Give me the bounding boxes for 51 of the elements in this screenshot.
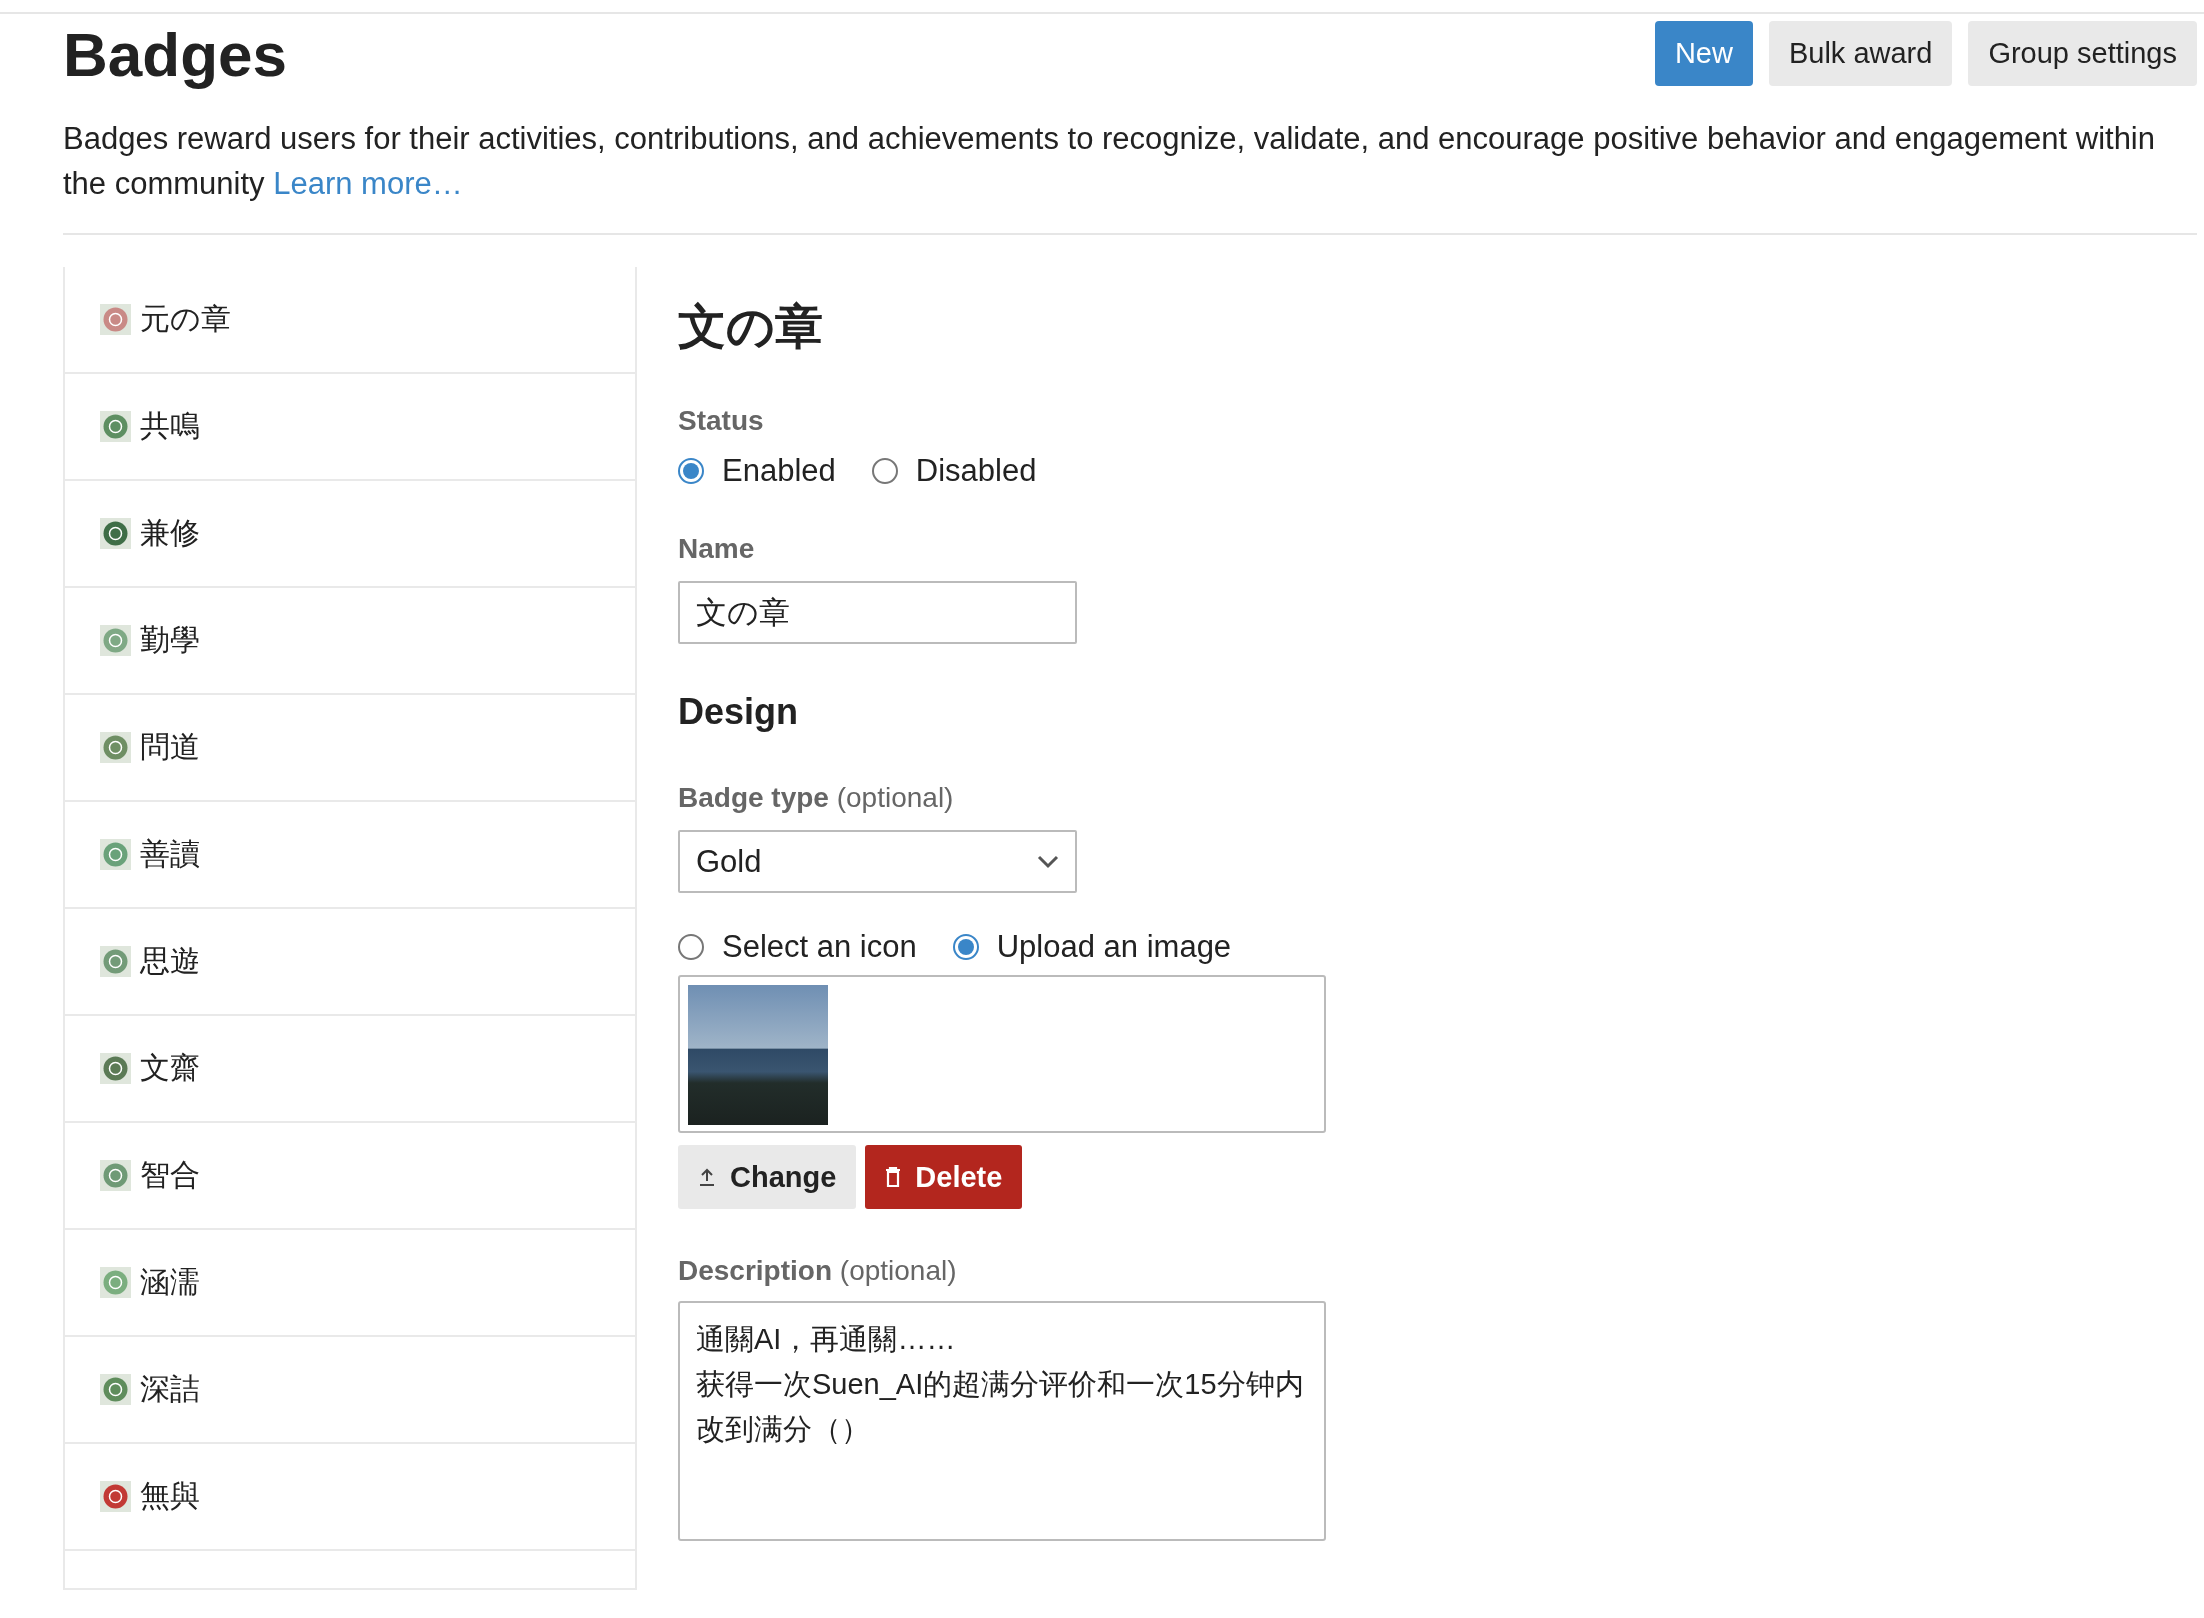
badge-heading: 文の章: [678, 299, 824, 351]
badge-icon: [100, 304, 131, 335]
badge-list-item[interactable]: 勤學: [140, 620, 200, 661]
badge-icon: [100, 625, 131, 656]
badge-list-item[interactable]: 善讀: [140, 834, 200, 875]
badge-list-item[interactable]: 涵濡: [140, 1262, 200, 1303]
badge-icon: [100, 946, 131, 977]
radio-button[interactable]: [952, 934, 979, 960]
upload-icon: [698, 1167, 716, 1187]
badge-list-item[interactable]: 深詰: [140, 1369, 200, 1410]
chevron-down-icon: [1037, 854, 1059, 869]
field-label: Description (optional): [678, 1257, 958, 1285]
field-label: Status: [678, 407, 765, 435]
badge-icon: [100, 411, 131, 442]
radio-button[interactable]: [871, 458, 898, 484]
page-description: Badges reward users for their activities, contributions, and achievements to recognize, validate, and encourage positive behavior and engagement within the community Learn more…: [63, 116, 2197, 235]
action-button[interactable]: Bulk award: [1768, 21, 1953, 86]
field-label: Name: [678, 535, 756, 563]
badge-icon: [100, 1481, 131, 1512]
delete-button[interactable]: Delete: [865, 1145, 1023, 1209]
radio-label[interactable]: Select an icon: [722, 929, 917, 965]
radio-label[interactable]: Upload an image: [996, 929, 1232, 965]
badge-type-dropdown[interactable]: Gold: [678, 830, 1077, 893]
section-heading: Design: [678, 694, 800, 730]
badge-icon: [100, 1374, 131, 1405]
radio-button[interactable]: [678, 458, 704, 484]
badge-list-item[interactable]: 文齋: [140, 1048, 200, 1089]
radio-label[interactable]: Enabled: [722, 453, 836, 489]
field-label: Badge type (optional): [678, 784, 955, 812]
learn-more-link[interactable]: Learn more…: [273, 166, 463, 201]
badge-icon: [100, 839, 131, 870]
badge-list-item[interactable]: 問道: [140, 727, 200, 768]
change-button[interactable]: Change: [678, 1145, 857, 1209]
name-input-field[interactable]: 文の章: [678, 581, 1077, 644]
badge-list-item[interactable]: 智合: [140, 1155, 200, 1196]
new-button[interactable]: New: [1654, 21, 1753, 86]
badge-list-item[interactable]: 共鳴: [140, 406, 200, 447]
action-button[interactable]: Group settings: [1968, 21, 2197, 86]
description-text-area[interactable]: 通關AI，再通關…… 获得一次Suen_AI的超满分评价和一次15分钟内改到满分（）: [678, 1301, 1326, 1541]
trash-icon: [885, 1166, 902, 1188]
radio-button[interactable]: [678, 934, 704, 960]
badge-icon: [100, 732, 131, 763]
badge-list-item[interactable]: 兼修: [140, 513, 200, 554]
badge-icon: [100, 1053, 131, 1084]
badge-icon: [100, 1267, 131, 1298]
badge-icon: [100, 518, 131, 549]
badge-icon: [100, 1160, 131, 1191]
badge-list-item[interactable]: 元の章: [140, 299, 231, 340]
radio-label[interactable]: Disabled: [915, 453, 1037, 489]
badge-list-item[interactable]: 思遊: [140, 941, 200, 982]
badge-list-item[interactable]: 無與: [140, 1476, 200, 1517]
